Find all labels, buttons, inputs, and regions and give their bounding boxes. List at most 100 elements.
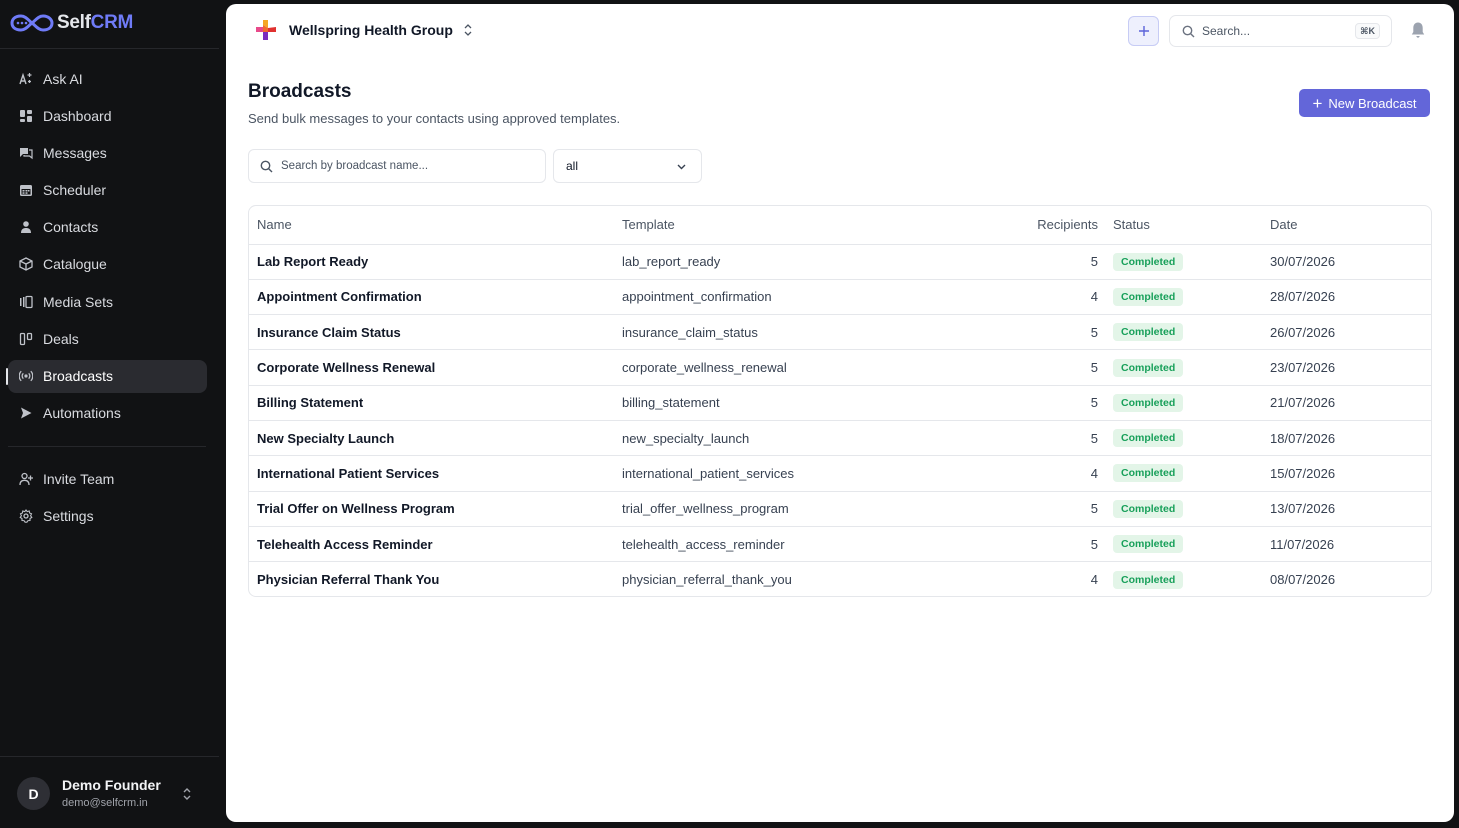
sidebar-item-label: Ask AI: [43, 70, 83, 87]
sidebar-item-deals[interactable]: Deals: [8, 322, 207, 355]
broadcast-name[interactable]: Billing Statement: [249, 385, 622, 421]
broadcast-date: 18/07/2026: [1270, 420, 1431, 457]
sidebar-item-contacts[interactable]: Contacts: [8, 211, 207, 244]
sidebar-item-invite-team[interactable]: Invite Team: [8, 462, 207, 495]
status-badge: Completed: [1113, 429, 1184, 448]
broadcast-name[interactable]: Telehealth Access Reminder: [249, 526, 622, 563]
template-name: appointment_confirmation: [622, 279, 965, 316]
new-broadcast-button[interactable]: + New Broadcast: [1299, 89, 1430, 117]
status-filter-select[interactable]: all: [553, 149, 702, 183]
recipients-count: 4: [965, 455, 1111, 492]
app-logo[interactable]: SelfCRM: [10, 10, 133, 36]
status-badge: Completed: [1113, 393, 1184, 412]
sidebar-item-automations[interactable]: Automations: [8, 397, 207, 430]
table-row[interactable]: New Specialty Launch new_specialty_launch…: [249, 420, 1431, 457]
org-name: Wellspring Health Group: [289, 22, 453, 38]
bell-notification-icon[interactable]: [1410, 21, 1426, 39]
status-filter-value: all: [566, 159, 579, 173]
org-logo-icon: [256, 20, 276, 40]
calendar-icon: [18, 182, 34, 198]
template-name: billing_statement: [622, 385, 965, 421]
table-row[interactable]: Lab Report Ready lab_report_ready 5 Complet…: [249, 244, 1431, 280]
status-badge: Completed: [1113, 358, 1184, 377]
chat-bubbles-icon: [18, 145, 34, 161]
sidebar-item-label: Scheduler: [43, 182, 107, 199]
column-header-recipients[interactable]: Recipients: [965, 206, 1111, 245]
gear-icon: [18, 508, 34, 524]
broadcast-name[interactable]: Appointment Confirmation: [249, 279, 622, 316]
table-row[interactable]: Billing Statement billing_statement 5 Compl…: [249, 385, 1431, 421]
top-bar: Wellspring Health Group ⌘K: [226, 4, 1454, 57]
status-badge: Completed: [1113, 287, 1184, 306]
global-search[interactable]: ⌘K: [1169, 15, 1392, 47]
sidebar-item-label: Messages: [43, 144, 107, 161]
table-row[interactable]: Telehealth Access Reminder telehealth_acc…: [249, 526, 1431, 563]
status-cell: Completed: [1111, 279, 1270, 316]
recipients-count: 5: [965, 314, 1111, 351]
broadcast-name[interactable]: International Patient Services: [249, 455, 622, 492]
chevron-up-down-icon[interactable]: [181, 786, 193, 802]
sidebar: SelfCRM Ask AI Dashboard Messages Schedu…: [0, 0, 219, 828]
recipients-count: 5: [965, 385, 1111, 421]
column-header-name[interactable]: Name: [249, 206, 622, 245]
broadcast-search[interactable]: [248, 149, 546, 183]
broadcast-search-input[interactable]: [281, 160, 521, 172]
sidebar-item-dashboard[interactable]: Dashboard: [8, 99, 207, 132]
org-switcher[interactable]: Wellspring Health Group: [254, 18, 474, 42]
broadcast-name[interactable]: Insurance Claim Status: [249, 314, 622, 351]
sidebar-item-ask-ai[interactable]: Ask AI: [8, 62, 207, 95]
table-row[interactable]: Appointment Confirmation appointment_conf…: [249, 279, 1431, 316]
sidebar-item-label: Settings: [43, 507, 94, 524]
column-header-date[interactable]: Date: [1270, 206, 1431, 245]
quick-add-button[interactable]: [1128, 16, 1159, 46]
table-row[interactable]: International Patient Services internatio…: [249, 455, 1431, 492]
status-cell: Completed: [1111, 244, 1270, 280]
sidebar-item-catalogue[interactable]: Catalogue: [8, 248, 207, 281]
plus-icon: +: [1312, 93, 1323, 113]
sidebar-divider: [8, 446, 206, 447]
broadcast-name[interactable]: Lab Report Ready: [249, 244, 622, 280]
sidebar-item-label: Catalogue: [43, 256, 107, 273]
sidebar-item-scheduler[interactable]: Scheduler: [8, 174, 207, 207]
status-badge: Completed: [1113, 464, 1184, 483]
column-header-template[interactable]: Template: [622, 206, 965, 245]
table-row[interactable]: Corporate Wellness Renewal corporate_well…: [249, 349, 1431, 386]
status-cell: Completed: [1111, 455, 1270, 492]
template-name: new_specialty_launch: [622, 420, 965, 457]
broadcast-name[interactable]: Corporate Wellness Renewal: [249, 349, 622, 386]
template-name: telehealth_access_reminder: [622, 526, 965, 563]
page-subtitle: Send bulk messages to your contacts usin…: [248, 111, 621, 126]
recipients-count: 5: [965, 526, 1111, 563]
status-cell: Completed: [1111, 526, 1270, 563]
recipients-count: 4: [965, 279, 1111, 316]
user-profile-menu[interactable]: D Demo Founder demo@selfcrm.in: [0, 756, 219, 828]
sidebar-item-media-sets[interactable]: Media Sets: [8, 285, 207, 318]
broadcast-name[interactable]: Physician Referral Thank You: [249, 562, 622, 596]
global-search-input[interactable]: [1202, 24, 1342, 38]
sidebar-item-settings[interactable]: Settings: [8, 499, 207, 532]
broadcast-date: 23/07/2026: [1270, 349, 1431, 386]
table-row[interactable]: Trial Offer on Wellness Program trial_off…: [249, 491, 1431, 527]
broadcast-radio-icon: [18, 368, 34, 384]
recipients-count: 5: [965, 349, 1111, 386]
status-cell: Completed: [1111, 491, 1270, 527]
sidebar-item-messages[interactable]: Messages: [8, 136, 207, 169]
broadcast-date: 28/07/2026: [1270, 279, 1431, 316]
table-row[interactable]: Physician Referral Thank You physician_re…: [249, 562, 1431, 596]
table-row[interactable]: Insurance Claim Status insurance_claim_st…: [249, 314, 1431, 351]
sidebar-item-broadcasts[interactable]: Broadcasts: [6, 359, 207, 393]
template-name: trial_offer_wellness_program: [622, 491, 965, 527]
sidebar-secondary-nav: Invite Team Settings: [8, 462, 207, 536]
broadcast-date: 13/07/2026: [1270, 491, 1431, 527]
sidebar-item-label: Automations: [43, 405, 121, 422]
template-name: corporate_wellness_renewal: [622, 349, 965, 386]
user-name: Demo Founder: [62, 777, 161, 793]
sidebar-item-label: Invite Team: [43, 470, 115, 487]
broadcast-name[interactable]: Trial Offer on Wellness Program: [249, 491, 622, 527]
broadcast-name[interactable]: New Specialty Launch: [249, 420, 622, 457]
chevron-up-down-icon: [464, 24, 472, 36]
column-header-status[interactable]: Status: [1111, 206, 1270, 245]
status-badge: Completed: [1113, 570, 1184, 589]
search-icon: [1182, 25, 1195, 37]
status-cell: Completed: [1111, 314, 1270, 351]
